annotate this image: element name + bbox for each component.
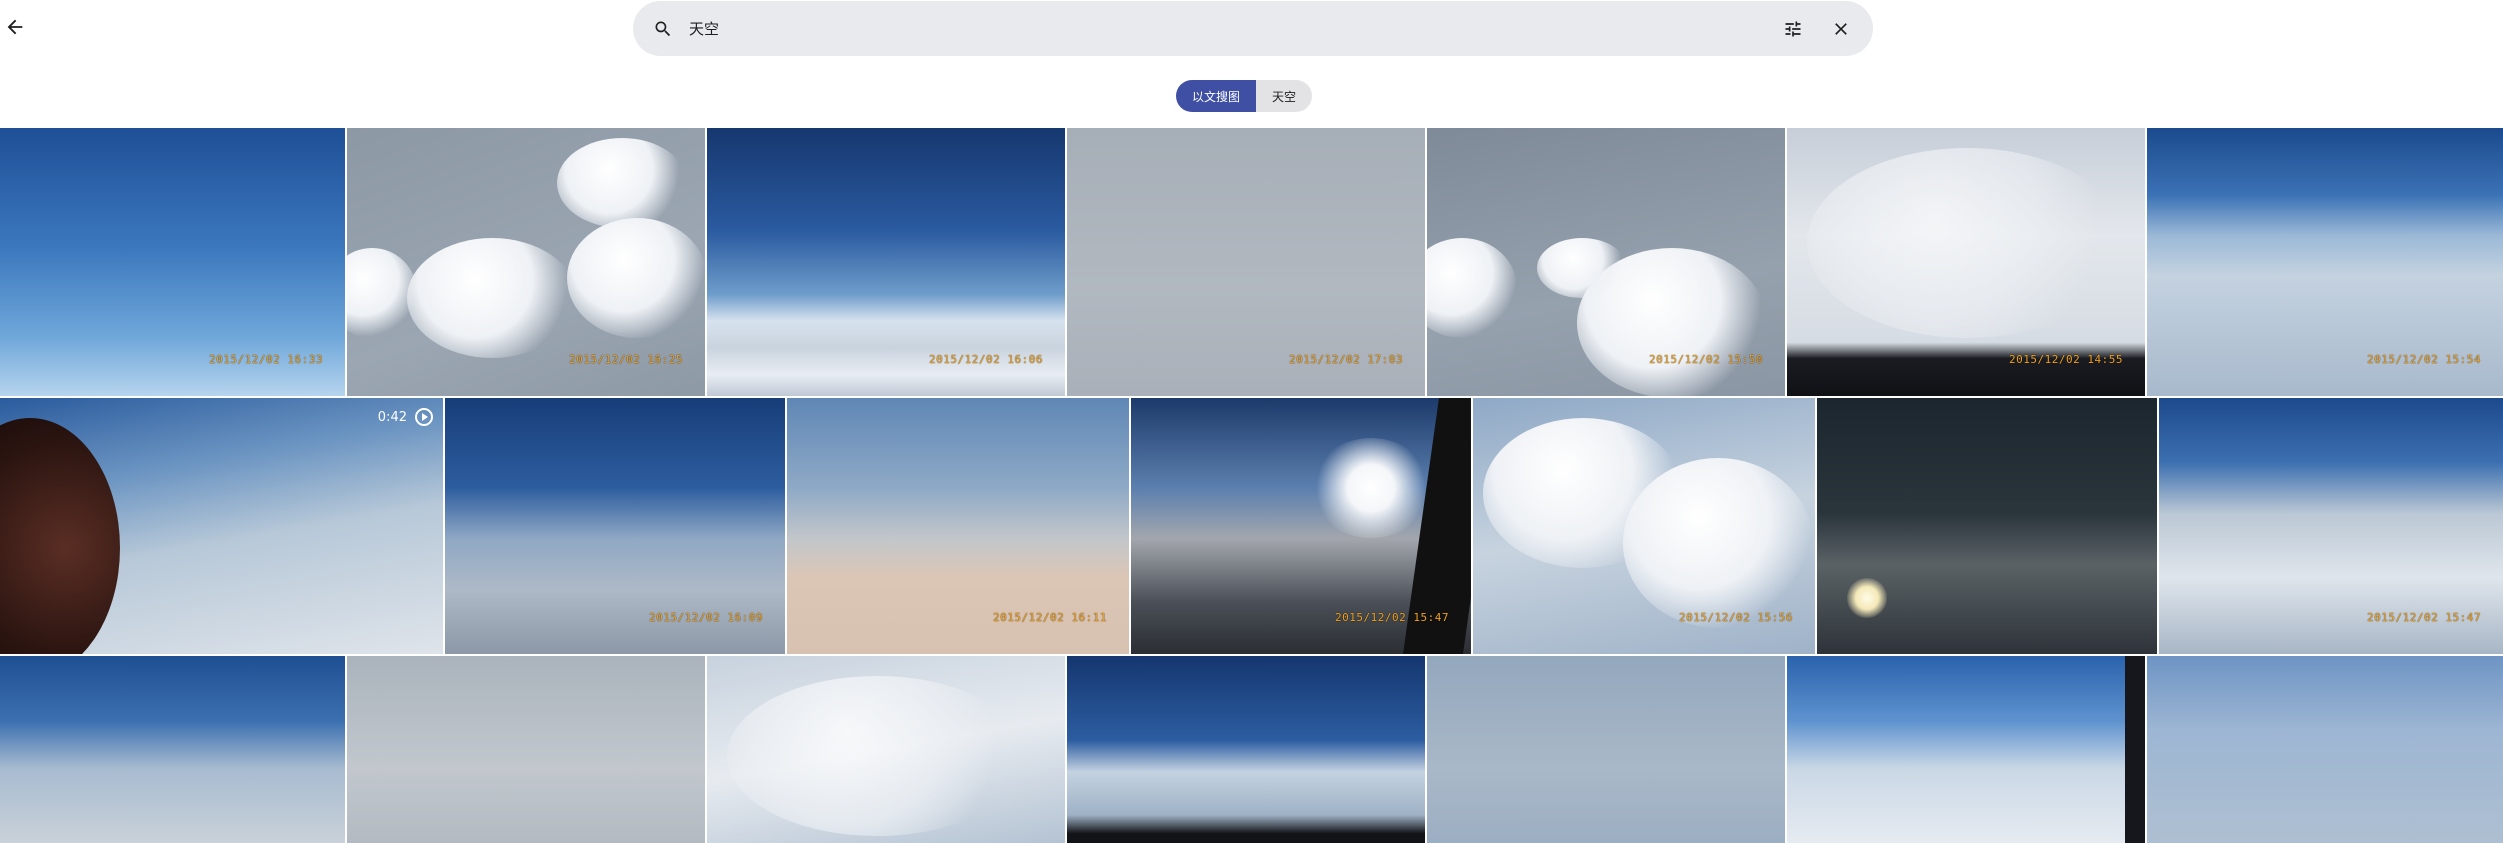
photo-tile[interactable]: 2015/12/02 15:47 <box>2159 398 2503 654</box>
cloud-shape <box>347 248 417 338</box>
back-button[interactable] <box>0 12 30 46</box>
photo-tile[interactable]: 2015/12/02 17:03 <box>1067 128 1425 396</box>
photo-tile[interactable] <box>1067 656 1425 843</box>
photo-tile[interactable]: 2015/12/02 16:33 <box>0 128 345 396</box>
play-circle-icon <box>415 408 433 426</box>
photo-tile[interactable]: 2015/12/02 14:55 <box>1787 128 2145 396</box>
video-duration-badge: 0:42 <box>378 408 433 426</box>
arrow-back-icon <box>4 16 26 42</box>
chip-keyword[interactable]: 天空 <box>1256 80 1312 112</box>
cloud-shape <box>567 218 705 338</box>
photo-tile[interactable]: 2015/12/02 16:25 <box>347 128 705 396</box>
photo-tile[interactable]: 2015/12/02 16:11 <box>787 398 1129 654</box>
photo-tile[interactable]: 2015/12/02 15:56 <box>1473 398 1815 654</box>
video-duration: 0:42 <box>377 409 407 425</box>
photo-tile[interactable]: 2015/12/02 16:09 <box>445 398 785 654</box>
photo-timestamp: 2015/12/02 16:25 <box>569 353 683 366</box>
chip-text-to-image[interactable]: 以文搜图 <box>1176 80 1256 112</box>
cloud-shape <box>407 238 577 358</box>
photo-timestamp: 2015/12/02 15:47 <box>2367 611 2481 624</box>
search-icon[interactable] <box>645 1 681 56</box>
video-tile[interactable]: 0:42 <box>0 398 443 654</box>
cloud-shape <box>1623 458 1813 628</box>
photo-timestamp: 2015/12/02 16:33 <box>209 353 323 366</box>
photo-tile[interactable] <box>1427 656 1785 843</box>
cloud-shape <box>1807 148 2127 338</box>
photo-timestamp: 2015/12/02 16:06 <box>929 353 1043 366</box>
photo-tile[interactable]: 2015/12/02 15:47 <box>1131 398 1471 654</box>
photo-timestamp: 2015/12/02 15:47 <box>1335 611 1449 624</box>
close-icon[interactable] <box>1823 1 1859 56</box>
cloud-shape <box>1537 238 1627 298</box>
photo-timestamp: 2015/12/02 15:54 <box>2367 353 2481 366</box>
photo-tile[interactable]: 2015/12/02 15:50 <box>1427 128 1785 396</box>
photo-tile[interactable]: 2015/12/02 16:06 <box>707 128 1065 396</box>
photo-tile[interactable] <box>2147 656 2503 843</box>
photo-timestamp: 2015/12/02 17:03 <box>1289 353 1403 366</box>
photo-tile[interactable] <box>1817 398 2157 654</box>
photo-timestamp: 2015/12/02 15:50 <box>1649 353 1763 366</box>
photo-tile[interactable] <box>347 656 705 843</box>
photo-timestamp: 2015/12/02 16:11 <box>993 611 1107 624</box>
search-mode-chips: 以文搜图 天空 <box>1176 80 1312 112</box>
tune-icon[interactable] <box>1775 1 1811 56</box>
cloud-shape <box>727 676 1027 836</box>
sun-glare-shape <box>1311 438 1431 538</box>
photo-tile[interactable] <box>707 656 1065 843</box>
photo-timestamp: 2015/12/02 16:09 <box>649 611 763 624</box>
window-frame-shape <box>0 418 120 654</box>
photo-timestamp: 2015/12/02 15:56 <box>1679 611 1793 624</box>
photo-tile[interactable]: 2015/12/02 15:54 <box>2147 128 2503 396</box>
search-input[interactable] <box>689 9 1689 48</box>
search-bar <box>633 1 1873 56</box>
photo-timestamp: 2015/12/02 14:55 <box>2009 353 2123 366</box>
window-frame-shape <box>2125 656 2145 843</box>
photo-tile[interactable] <box>1787 656 2145 843</box>
photo-tile[interactable] <box>0 656 345 843</box>
cloud-shape <box>557 138 687 228</box>
cloud-shape <box>1427 238 1517 338</box>
photo-grid: 2015/12/02 16:33 2015/12/02 16:25 2015/1… <box>0 128 2503 843</box>
moon-shape <box>1847 578 1887 618</box>
